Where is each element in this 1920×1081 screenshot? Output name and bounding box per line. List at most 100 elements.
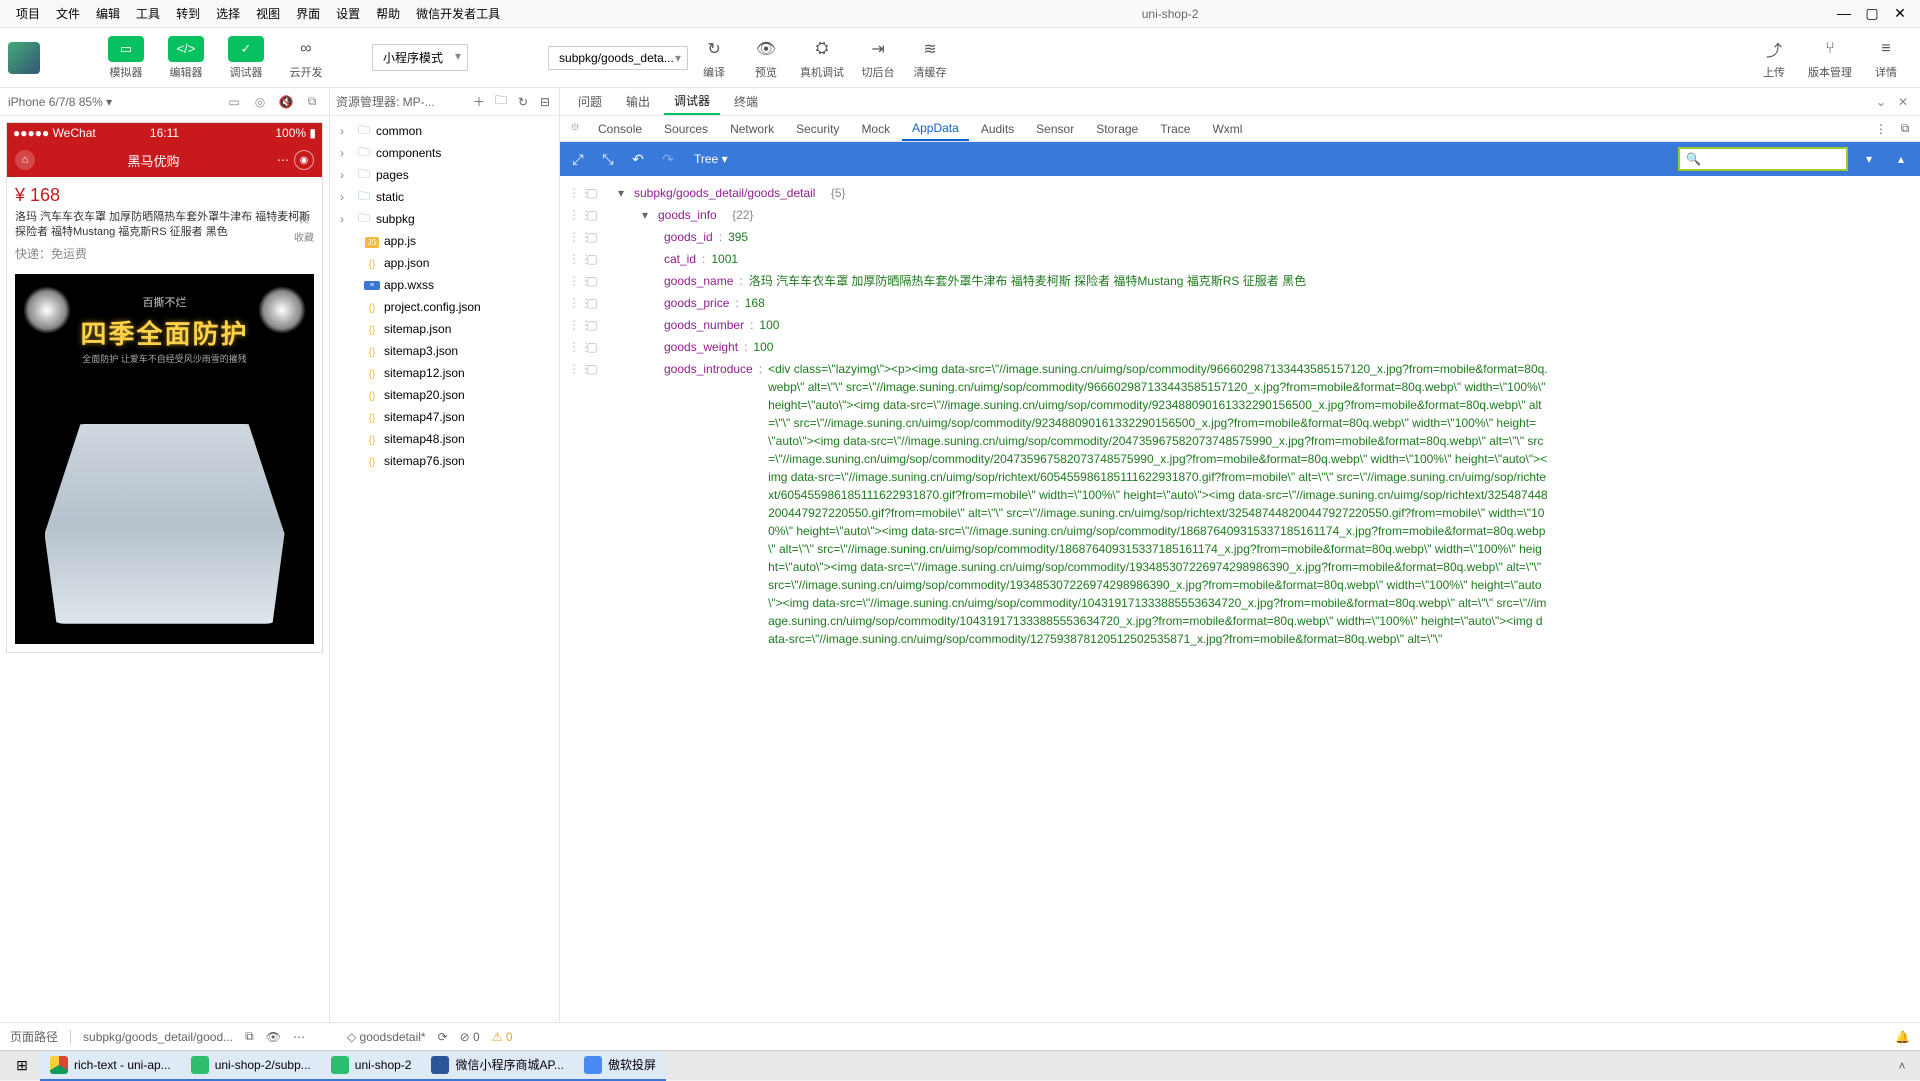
menu-settings[interactable]: 设置 bbox=[328, 1, 368, 26]
error-count[interactable]: ⊘ 0 bbox=[460, 1030, 480, 1044]
file-project-config[interactable]: project.config.json bbox=[330, 296, 559, 318]
close-icon[interactable]: ✕ bbox=[1894, 95, 1912, 109]
file-sitemap12[interactable]: sitemap12.json bbox=[330, 362, 559, 384]
menu-tool[interactable]: 工具 bbox=[128, 1, 168, 26]
task-chrome[interactable]: rich-text - uni-ap... bbox=[40, 1051, 181, 1081]
dt-wxml[interactable]: Wxml bbox=[1202, 118, 1252, 140]
close-button[interactable]: ✕ bbox=[1888, 5, 1912, 22]
folder-static[interactable]: ›🗀static bbox=[330, 186, 559, 208]
home-icon[interactable]: ⌂ bbox=[15, 150, 35, 170]
menu-view[interactable]: 视图 bbox=[248, 1, 288, 26]
file-sitemap48[interactable]: sitemap48.json bbox=[330, 428, 559, 450]
compile-button[interactable]: ↻编译 bbox=[688, 32, 740, 84]
file-app-js[interactable]: app.js bbox=[330, 230, 559, 252]
tab-problems[interactable]: 问题 bbox=[568, 89, 612, 114]
preview-button[interactable]: 👁预览 bbox=[740, 32, 792, 84]
real-debug-button[interactable]: ⛭真机调试 bbox=[792, 32, 852, 84]
new-file-icon[interactable]: ＋ bbox=[471, 93, 487, 110]
popout-icon[interactable]: ⧉ bbox=[303, 94, 321, 109]
cloud-button[interactable]: ∞云开发 bbox=[280, 32, 332, 84]
task-hbuilder[interactable]: uni-shop-2/subp... bbox=[181, 1051, 321, 1081]
tray-up-icon[interactable]: ˄ bbox=[1888, 1059, 1916, 1073]
tab-output[interactable]: 输出 bbox=[616, 89, 660, 114]
bell-icon[interactable]: 🔔 bbox=[1895, 1030, 1910, 1044]
folder-pages[interactable]: ›🗀pages bbox=[330, 164, 559, 186]
menu-wxtools[interactable]: 微信开发者工具 bbox=[408, 1, 508, 26]
folder-components[interactable]: ›🗀components bbox=[330, 142, 559, 164]
mute-icon[interactable]: 🔇 bbox=[277, 95, 295, 109]
file-sitemap47[interactable]: sitemap47.json bbox=[330, 406, 559, 428]
menu-help[interactable]: 帮助 bbox=[368, 1, 408, 26]
tab-terminal[interactable]: 终端 bbox=[724, 89, 768, 114]
file-sitemap76[interactable]: sitemap76.json bbox=[330, 450, 559, 472]
dt-trace[interactable]: Trace bbox=[1150, 118, 1200, 140]
dt-security[interactable]: Security bbox=[786, 118, 849, 140]
eye-icon[interactable]: 👁 bbox=[266, 1030, 281, 1044]
appdata-search[interactable]: 🔍 bbox=[1678, 147, 1848, 171]
dt-storage[interactable]: Storage bbox=[1086, 118, 1148, 140]
rotate-icon[interactable]: ▭ bbox=[225, 95, 243, 109]
phone-body[interactable]: ¥ 168 洛玛 汽车车衣车罩 加厚防晒隔热车套外罩牛津布 福特麦柯斯 探险者 … bbox=[7, 177, 322, 652]
user-avatar[interactable] bbox=[8, 42, 40, 74]
dt-appdata[interactable]: AppData bbox=[902, 117, 969, 141]
editor-button[interactable]: </>编辑器 bbox=[160, 32, 212, 84]
file-app-wxss[interactable]: ≡app.wxss bbox=[330, 274, 559, 296]
simulator-button[interactable]: ▭模拟器 bbox=[100, 32, 152, 84]
warning-count[interactable]: ⚠ 0 bbox=[492, 1030, 513, 1044]
prev-icon[interactable]: ▾ bbox=[1858, 152, 1880, 166]
page-select[interactable]: subpkg/goods_deta... bbox=[548, 46, 688, 70]
upload-button[interactable]: ⤴上传 bbox=[1748, 32, 1800, 84]
device-select[interactable]: iPhone 6/7/8 85% ▾ bbox=[8, 95, 217, 109]
background-button[interactable]: ⇥切后台 bbox=[852, 32, 904, 84]
caret-icon[interactable]: ▾ bbox=[642, 206, 652, 224]
dt-network[interactable]: Network bbox=[720, 118, 784, 140]
expand-icon[interactable]: ⤢ bbox=[568, 151, 588, 168]
view-mode-select[interactable]: Tree bbox=[688, 150, 734, 168]
task-cast[interactable]: 傲软投屏 bbox=[574, 1051, 666, 1081]
detail-button[interactable]: ≡详情 bbox=[1860, 32, 1912, 84]
version-button[interactable]: ⑂版本管理 bbox=[1800, 32, 1860, 84]
menu-interface[interactable]: 界面 bbox=[288, 1, 328, 26]
appdata-tree[interactable]: ⋮⋮▢▾subpkg/goods_detail/goods_detail {5}… bbox=[560, 176, 1920, 1022]
inspect-icon[interactable]: ⯐ bbox=[564, 118, 586, 139]
file-app-json[interactable]: app.json bbox=[330, 252, 559, 274]
folder-common[interactable]: ›🗀common bbox=[330, 120, 559, 142]
collapse-icon[interactable]: ⊟ bbox=[537, 95, 553, 109]
status-path[interactable]: subpkg/goods_detail/good... bbox=[83, 1030, 233, 1044]
kebab-icon[interactable]: ⋮ bbox=[1870, 122, 1892, 136]
target-icon[interactable]: ◉ bbox=[294, 150, 314, 170]
menu-project[interactable]: 项目 bbox=[8, 1, 48, 26]
menu-file[interactable]: 文件 bbox=[48, 1, 88, 26]
more-icon[interactable]: ⋯ bbox=[293, 1030, 305, 1044]
refresh-icon[interactable]: ↻ bbox=[515, 95, 531, 109]
task-devtools[interactable]: uni-shop-2 bbox=[321, 1051, 422, 1081]
minimize-button[interactable]: — bbox=[1832, 5, 1856, 22]
folder-subpkg[interactable]: ›🗀subpkg bbox=[330, 208, 559, 230]
copy-icon[interactable]: ⧉ bbox=[245, 1029, 254, 1044]
file-sitemap[interactable]: sitemap.json bbox=[330, 318, 559, 340]
collapse-icon[interactable]: ⤡ bbox=[598, 151, 618, 168]
dt-sources[interactable]: Sources bbox=[654, 118, 718, 140]
debugger-button[interactable]: ✓调试器 bbox=[220, 32, 272, 84]
clear-cache-button[interactable]: ≋清缓存 bbox=[904, 32, 956, 84]
dt-sensor[interactable]: Sensor bbox=[1026, 118, 1084, 140]
file-sitemap3[interactable]: sitemap3.json bbox=[330, 340, 559, 362]
dt-console[interactable]: Console bbox=[588, 118, 652, 140]
tab-debugger[interactable]: 调试器 bbox=[664, 88, 720, 115]
start-button[interactable]: ⊞ bbox=[4, 1057, 40, 1074]
dt-audits[interactable]: Audits bbox=[971, 118, 1024, 140]
menu-goto[interactable]: 转到 bbox=[168, 1, 208, 26]
record-icon[interactable]: ◎ bbox=[251, 95, 269, 109]
mode-select[interactable]: 小程序模式 bbox=[372, 44, 468, 71]
status-tag[interactable]: ◇ goodsdetail* bbox=[347, 1030, 426, 1044]
dock-icon[interactable]: ⧉ bbox=[1894, 121, 1916, 136]
menu-select[interactable]: 选择 bbox=[208, 1, 248, 26]
undo-icon[interactable]: ↶ bbox=[628, 151, 648, 168]
chevron-down-icon[interactable]: ⌄ bbox=[1872, 95, 1890, 109]
menu-edit[interactable]: 编辑 bbox=[88, 1, 128, 26]
next-icon[interactable]: ▴ bbox=[1890, 152, 1912, 166]
file-sitemap20[interactable]: sitemap20.json bbox=[330, 384, 559, 406]
new-folder-icon[interactable]: 🗀 bbox=[493, 91, 509, 112]
dt-mock[interactable]: Mock bbox=[851, 118, 900, 140]
maximize-button[interactable]: ▢ bbox=[1860, 5, 1884, 22]
